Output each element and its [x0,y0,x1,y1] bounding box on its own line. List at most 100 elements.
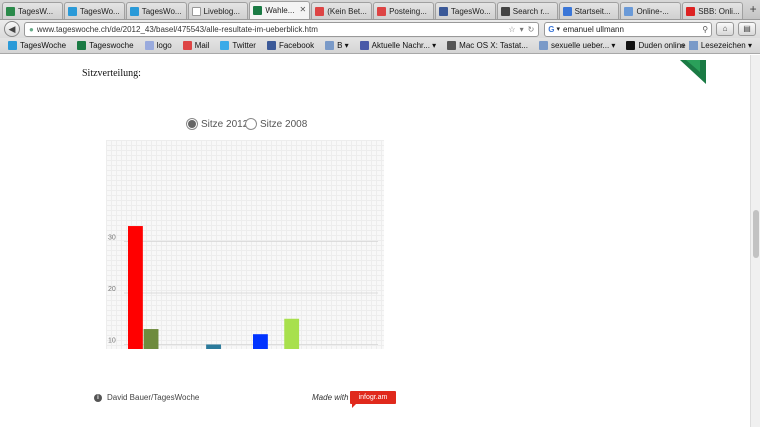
tab-label: TagesWo... [450,6,491,16]
radio-label-2012: Sitze 2012 [201,118,249,130]
bookmark-label: Tageswoche [89,41,134,50]
browser-tab[interactable]: Online-... [620,2,682,19]
close-tab-icon[interactable]: ✕ [300,5,307,14]
y-tick-label: 10 [108,338,116,345]
bookmark-label: sexuelle ueber... ▾ [550,41,616,50]
home-button[interactable]: ⌂ [716,22,735,36]
navigation-bar: ◀ ● www.tageswoche.ch/de/2012_43/basel/4… [0,20,760,38]
bookmark-item[interactable]: B ▾ [325,41,349,50]
radio-sitze-2012[interactable]: Sitze 2012 [186,118,248,130]
search-input[interactable]: G ▾ emanuel ullmann ⚲ [544,21,713,37]
bookmark-item[interactable]: Facebook [266,41,315,50]
y-tick-label: 20 [108,286,116,293]
bookmark-label: Mail [194,41,210,50]
browser-tab[interactable]: TagesWo... [434,2,496,19]
tab-bar: TagesW... TagesWo... TagesWo... Liveblog...… [0,0,760,20]
radio-label-2008: Sitze 2008 [260,118,308,130]
tab-label: Search r... [512,6,550,16]
search-value: emanuel ullmann [563,24,624,34]
bookmark-icon [220,41,230,50]
bookmark-item[interactable]: Aktuelle Nachr... ▾ [359,41,437,50]
bookmark-item[interactable]: Twitter [220,41,256,50]
url-text: www.tageswoche.ch/de/2012_43/basel/47554… [36,24,318,34]
bookmark-label: Mac OS X: Tastat... [459,41,528,50]
bar-gb[interactable] [143,329,159,396]
tab-favicon-icon [686,6,696,16]
browser-tab[interactable]: TagesWo... [63,2,125,19]
google-icon: G [548,24,555,34]
tab-favicon-icon [315,6,325,16]
tab-label: TagesWo... [141,6,182,16]
bookmark-item[interactable]: sexuelle ueber... ▾ [538,41,616,50]
tab-label: Wahle... [265,6,295,15]
star-icon[interactable]: ☆ [508,25,515,34]
tab-favicon-icon [67,6,77,16]
tab-label: Posteing... [389,6,427,16]
radio-sitze-2008[interactable]: Sitze 2008 [245,118,307,130]
browser-tab[interactable]: Startseit... [558,2,620,19]
reload-icon[interactable]: ↻ [528,25,535,34]
bookmark-label: Aktuelle Nachr... ▾ [371,41,437,50]
bookmark-icon [447,41,457,50]
bookmark-item[interactable]: Mail [182,41,210,50]
bookmark-icon [325,41,335,50]
bookmark-item[interactable]: TagesWoche [8,41,66,50]
bar-chart: 0102030SPGBGLPDSPEVPLDPCVPBDPFDPABSVPSD-… [108,226,378,427]
new-tab-button[interactable]: + [746,3,760,17]
tab-label: Liveblog... [203,6,240,16]
bookmarks-menu[interactable]: » Lesezeichen ▾ [680,41,752,50]
page-content: Sitzverteilung: Sitze 2012 Sitze 2008 01… [0,55,750,427]
bookmarks-bar: TagesWoche Tageswoche logo Mail Twitter Faceb… [0,38,760,54]
chart-area: 0102030SPGBGLPDSPEVPLDPCVPBDPFDPABSVPSD-… [106,140,384,427]
bookmark-item[interactable]: logo [144,41,172,50]
bookmark-icon [266,41,276,50]
browser-tab[interactable]: (Kein Bet... [311,2,373,19]
radio-button-unchecked[interactable] [245,118,257,130]
tab-label: (Kein Bet... [327,6,367,16]
y-tick-label: 30 [108,235,116,242]
bookmark-label: B ▾ [337,41,349,50]
browser-tab[interactable]: TagesW... [2,2,63,19]
tab-label: TagesWo... [79,6,120,16]
back-button[interactable]: ◀ [4,21,20,37]
scrollbar[interactable] [750,55,760,427]
scrollbar-thumb[interactable] [753,210,759,258]
browser-tab[interactable]: SBB: Onli... [682,2,744,19]
bar-fdp[interactable] [253,334,268,396]
bookmark-icon [359,41,369,50]
address-bar[interactable]: ● www.tageswoche.ch/de/2012_43/basel/475… [23,21,540,37]
tab-favicon-icon [191,6,201,16]
tab-label: Online-... [636,6,669,16]
bookmark-item[interactable]: Tageswoche [77,41,134,50]
tab-favicon-icon [377,6,387,16]
bookmark-item[interactable]: Mac OS X: Tastat... [447,41,528,50]
search-icon[interactable]: ⚲ [702,25,708,34]
tab-favicon-icon [624,6,634,16]
bookmark-item[interactable]: Duden online [626,41,686,50]
tab-favicon-icon [253,6,263,15]
browser-tab[interactable]: Search r... [496,2,558,19]
browser-tab[interactable]: TagesWo... [125,2,187,19]
author-label: David Bauer/TagesWoche [107,393,200,402]
browser-tab[interactable]: Posteing... [373,2,434,19]
infogram-badge[interactable]: infogr.am [350,391,396,408]
bar-ldp[interactable] [206,344,221,396]
bar-svp[interactable] [284,318,300,396]
tab-label: TagesW... [18,6,54,16]
chevron-right-icon: » [680,41,685,50]
bookmark-label: Duden online [638,41,686,50]
radio-button-checked[interactable] [186,118,198,130]
bookmarks-menu-label: Lesezeichen ▾ [700,41,752,50]
bookmark-label: Facebook [278,41,315,50]
page-heading: Sitzverteilung: [82,68,141,79]
dropdown-icon[interactable]: ▾ [520,25,524,34]
bookmark-icon [144,41,154,50]
browser-tab[interactable]: Wahle... ✕ [249,1,311,19]
menu-button[interactable]: ▤ [738,22,757,36]
bar-sp[interactable] [128,226,143,396]
tab-favicon-icon [6,6,15,16]
info-icon[interactable]: i [94,393,102,402]
browser-tab[interactable]: Liveblog... [187,2,249,19]
globe-icon: ● [28,24,34,34]
chart-credit: i David Bauer/TagesWoche [94,393,199,402]
